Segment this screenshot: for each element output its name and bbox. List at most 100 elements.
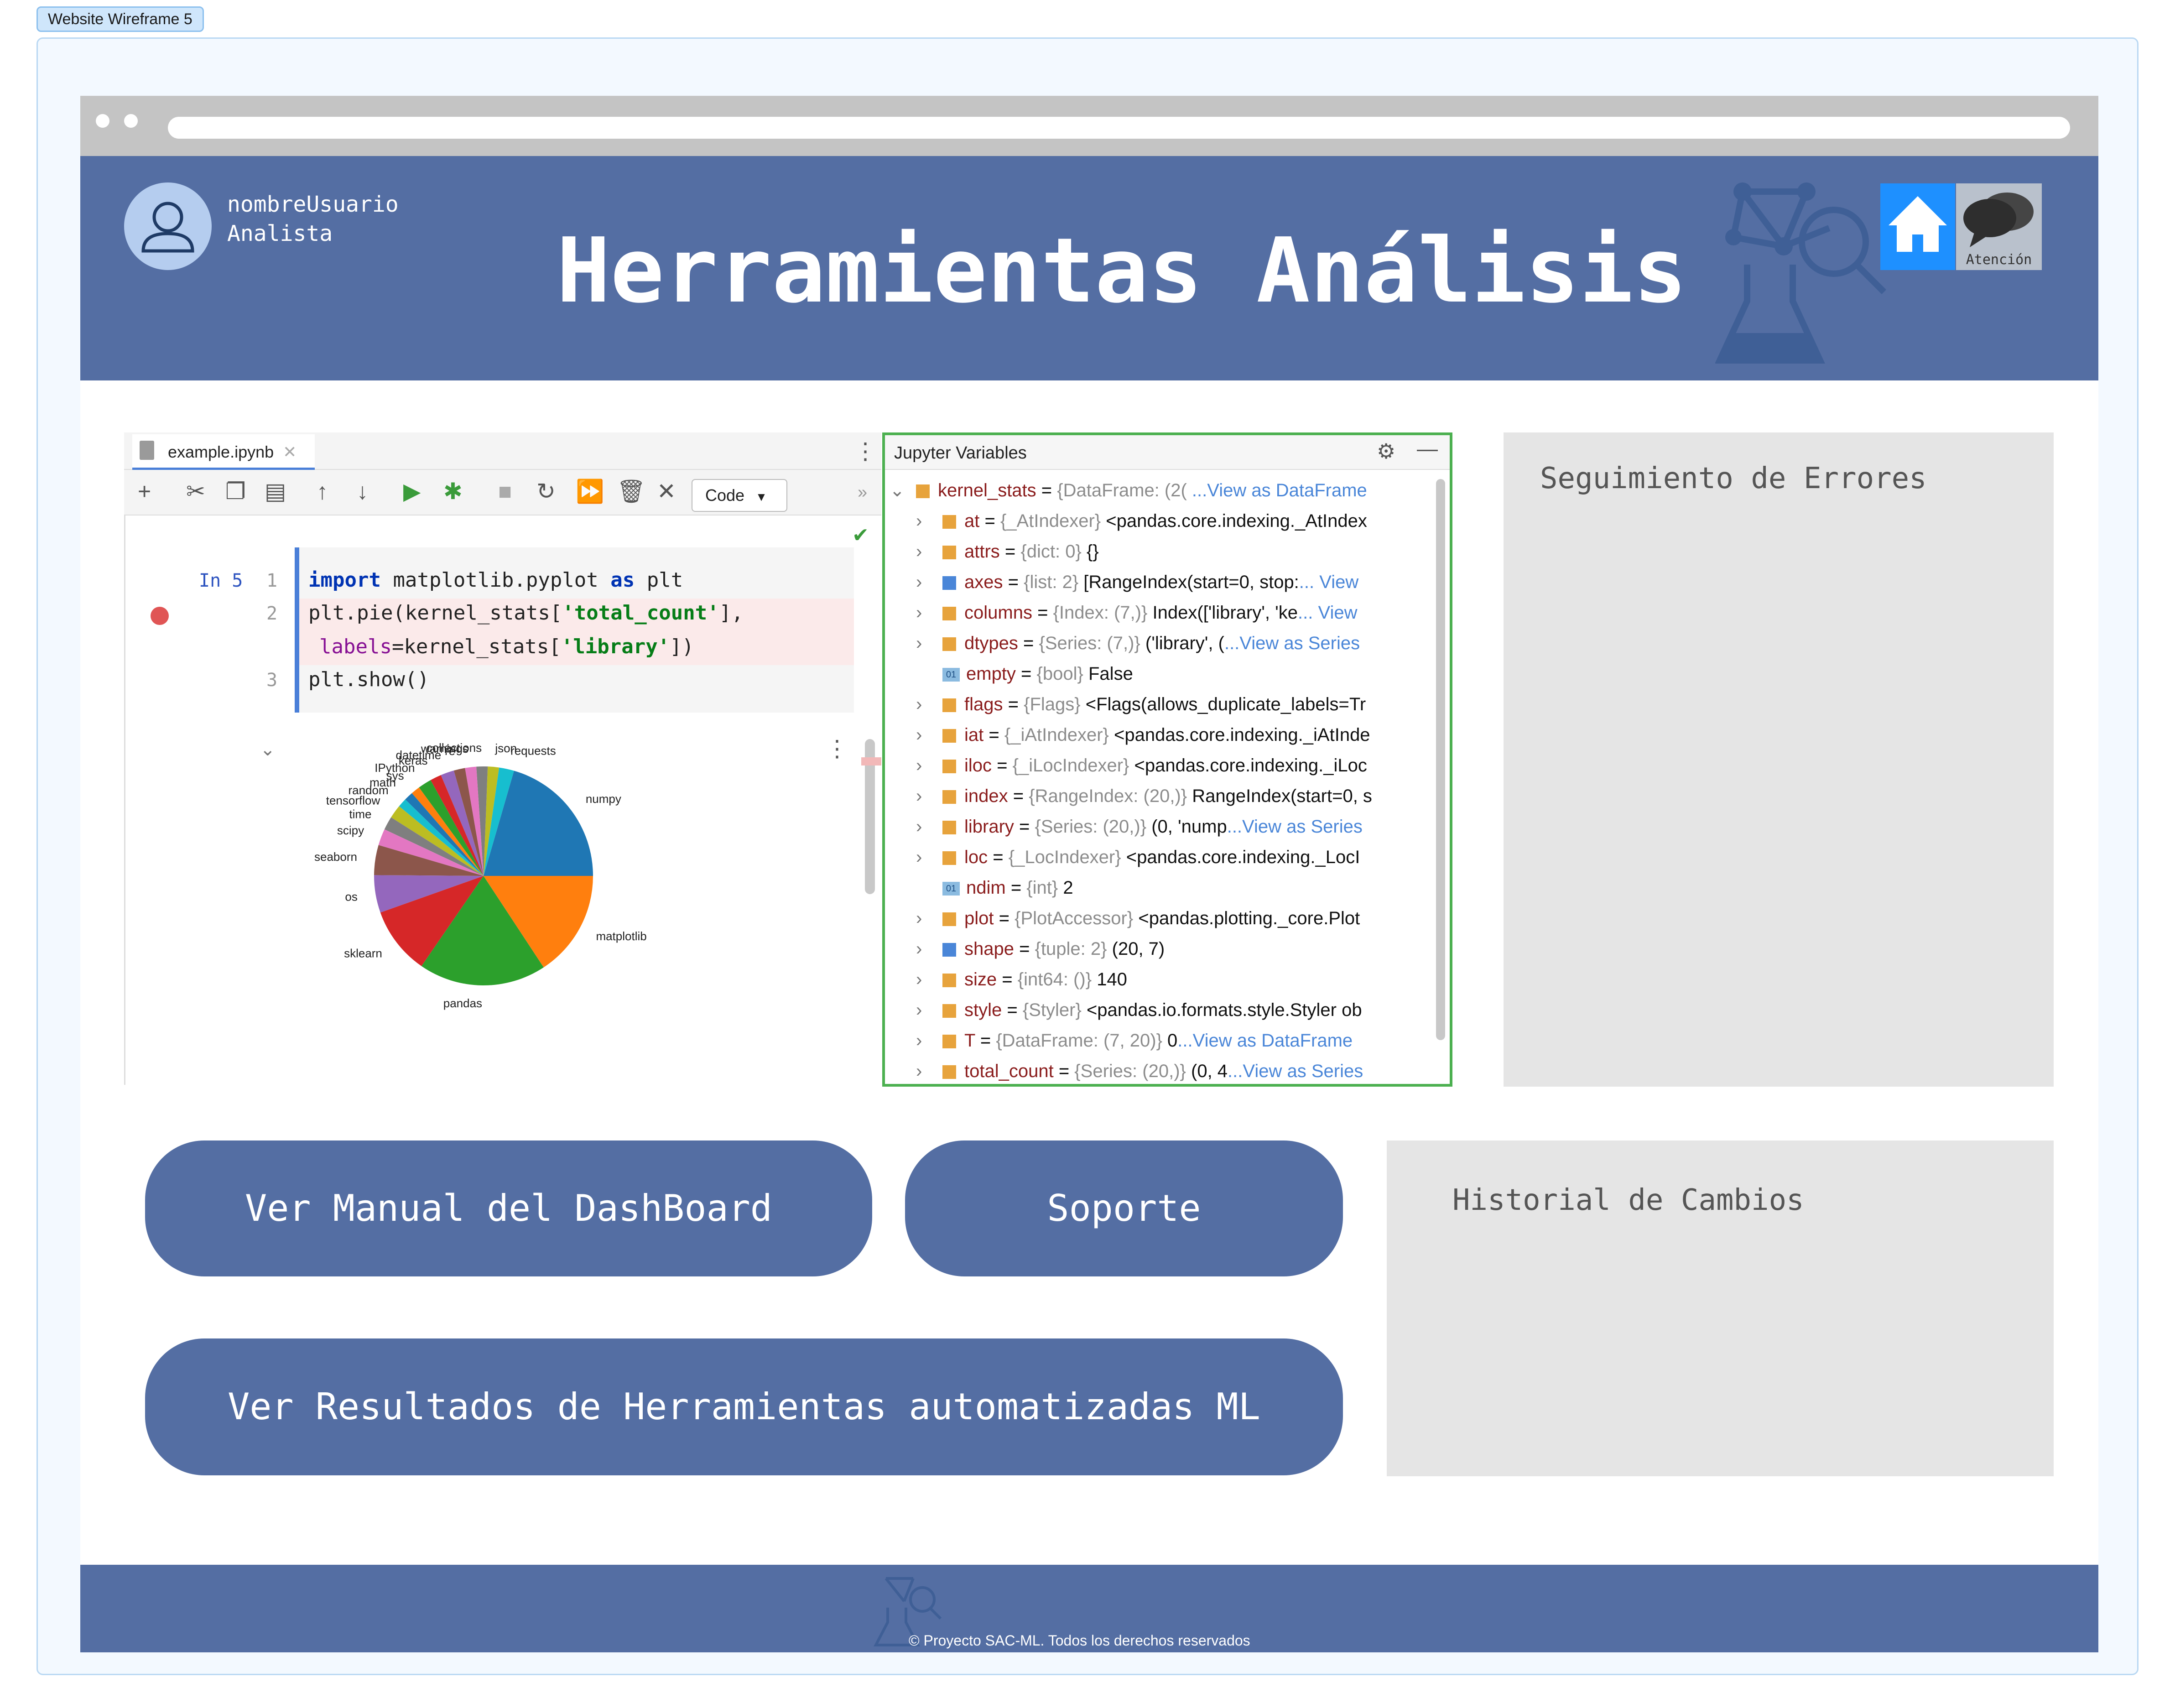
stop-icon[interactable]: ■ (498, 478, 512, 505)
variable-type: {DataFrame: (7, 20)} (996, 1031, 1162, 1051)
variable-row[interactable]: 01 empty = {bool} False (890, 659, 1391, 689)
variable-row[interactable]: 01 ndim = {int} 2 (890, 873, 1391, 903)
expand-chevron-icon[interactable]: › (890, 842, 942, 873)
move-down-icon[interactable]: ↓ (357, 478, 368, 505)
expand-chevron-icon[interactable]: › (890, 964, 942, 995)
pie-label: sklearn (344, 947, 382, 960)
ml-results-button[interactable]: Ver Resultados de Herramientas automatiz… (145, 1338, 1343, 1475)
variable-row[interactable]: › flags = {Flags} <Flags(allows_duplicate… (890, 689, 1391, 720)
expand-chevron-icon[interactable]: › (890, 934, 942, 964)
variable-row[interactable]: › iloc = {_iLocIndexer} <pandas.core.inde… (890, 750, 1391, 781)
variable-value: <Flags(allows_duplicate_labels=Tr (1085, 694, 1366, 714)
run-all-icon[interactable]: ⏩ (576, 478, 604, 505)
variable-row[interactable]: › loc = {_LocIndexer} <pandas.core.indexi… (890, 842, 1391, 873)
move-up-icon[interactable]: ↑ (317, 478, 328, 505)
variable-row[interactable]: › shape = {tuple: 2} (20, 7) (890, 934, 1391, 964)
window-dot (96, 114, 109, 128)
expand-chevron-icon[interactable]: › (890, 720, 942, 750)
variables-scrollbar[interactable] (1436, 479, 1445, 1040)
view-link[interactable]: ...View as Series (1224, 633, 1360, 653)
home-button[interactable] (1880, 183, 1955, 270)
variable-row[interactable]: › plot = {PlotAccessor} <pandas.plotting.… (890, 903, 1391, 934)
field-type-icon (942, 821, 956, 835)
debug-icon[interactable]: ✱ (443, 478, 463, 505)
equals-sign: = (999, 542, 1021, 562)
add-cell-icon[interactable]: + (138, 478, 151, 505)
expand-chevron-icon[interactable]: › (890, 506, 942, 536)
cell-type-select[interactable]: Code ▼ (692, 479, 787, 512)
variable-row[interactable]: › at = {_AtIndexer} <pandas.core.indexing… (890, 506, 1391, 536)
equals-sign: = (1008, 786, 1029, 806)
view-link[interactable]: ... View (1299, 572, 1358, 592)
cell-prompt: In 5 (199, 570, 243, 591)
dashboard-manual-button[interactable]: Ver Manual del DashBoard (145, 1140, 872, 1276)
variable-row[interactable]: › axes = {list: 2} [RangeIndex(start=0, s… (890, 567, 1391, 598)
expand-chevron-icon[interactable]: › (890, 598, 942, 628)
expand-chevron-icon[interactable]: › (890, 689, 942, 720)
output-options-icon[interactable]: ⋮ (826, 735, 848, 762)
view-link[interactable]: ...View as Series (1228, 1061, 1363, 1081)
variable-name: attrs (964, 542, 1000, 562)
variable-row[interactable]: › index = {RangeIndex: (20,)} RangeIndex(… (890, 781, 1391, 812)
expand-chevron-icon[interactable]: ⌄ (890, 475, 916, 506)
variable-row[interactable]: › style = {Styler} <pandas.io.formats.sty… (890, 995, 1391, 1026)
field-type-icon (942, 1065, 956, 1079)
variable-row[interactable]: › dtypes = {Series: (7,)} ('library', (..… (890, 628, 1391, 659)
user-avatar-icon[interactable] (124, 182, 212, 270)
code-line-1[interactable]: import matplotlib.pyplot as plt (308, 568, 683, 592)
more-options-icon[interactable]: ⋮ (854, 438, 877, 464)
variable-row[interactable]: › columns = {Index: (7,)} Index(['library… (890, 598, 1391, 628)
variable-row[interactable]: › total_count = {Series: (20,)} (0, 4...V… (890, 1056, 1391, 1087)
pie-label: requests (510, 744, 556, 757)
notebook-tab[interactable]: example.ipynb ✕ (132, 434, 315, 470)
expand-chevron-icon[interactable]: › (890, 812, 942, 842)
clear-icon[interactable]: ✕ (657, 478, 676, 505)
variable-name: index (964, 786, 1008, 806)
expand-chevron-icon[interactable]: › (890, 1056, 942, 1087)
pie-label: os (345, 890, 357, 904)
code-line-3[interactable]: plt.show() (308, 668, 429, 691)
attention-label: Atención (1966, 252, 2032, 268)
variable-row[interactable]: › iat = {_iAtIndexer} <pandas.core.indexi… (890, 720, 1391, 750)
settings-gear-icon[interactable]: ⚙ (1377, 439, 1395, 463)
collapse-output-icon[interactable]: ⌄ (260, 739, 276, 760)
frame-tag: Website Wireframe 5 (36, 6, 204, 32)
expand-chevron-icon[interactable]: › (890, 903, 942, 934)
view-link[interactable]: ...View as Series (1227, 817, 1363, 837)
check-icon: ✔ (852, 524, 869, 547)
variable-row[interactable]: › attrs = {dict: 0} {} (890, 536, 1391, 567)
close-tab-icon[interactable]: ✕ (283, 443, 297, 461)
expand-chevron-icon[interactable]: › (890, 628, 942, 659)
variable-row[interactable]: › T = {DataFrame: (7, 20)} 0...View as Da… (890, 1026, 1391, 1056)
equals-sign: = (1003, 694, 1024, 714)
paste-icon[interactable]: ▤ (265, 478, 286, 505)
variable-value: 140 (1097, 969, 1127, 989)
overflow-icon[interactable]: » (858, 483, 867, 502)
minimize-icon[interactable]: — (1417, 436, 1438, 461)
pie-label: seaborn (314, 850, 357, 864)
breakpoint-icon[interactable] (151, 607, 169, 625)
code-line-2-continued[interactable]: labels=kernel_stats['library']) (319, 635, 694, 658)
variable-type: {RangeIndex: (20,)} (1029, 786, 1187, 806)
delete-icon[interactable]: 🗑 (617, 478, 645, 505)
variable-row[interactable]: › size = {int64: ()} 140 (890, 964, 1391, 995)
expand-chevron-icon[interactable]: › (890, 567, 942, 598)
expand-chevron-icon[interactable]: › (890, 995, 942, 1026)
variable-row[interactable]: ⌄ kernel_stats = {DataFrame: (2( ...View … (890, 475, 1391, 506)
run-cell-icon[interactable]: ▶ (403, 478, 421, 505)
variable-type: {bool} (1036, 664, 1083, 684)
code-line-2[interactable]: plt.pie(kernel_stats['total_count'], (308, 601, 744, 625)
copy-icon[interactable]: ❐ (225, 478, 246, 505)
view-link[interactable]: ... View (1298, 603, 1357, 623)
view-link[interactable]: ...View as DataFrame (1192, 480, 1367, 500)
support-button[interactable]: Soporte (905, 1140, 1343, 1276)
cut-icon[interactable]: ✂ (186, 478, 205, 505)
view-link[interactable]: ...View as DataFrame (1177, 1031, 1353, 1051)
address-bar[interactable] (168, 117, 2070, 139)
variable-row[interactable]: › library = {Series: (20,)} (0, 'nump...V… (890, 812, 1391, 842)
expand-chevron-icon[interactable]: › (890, 1026, 942, 1056)
restart-icon[interactable]: ↻ (536, 478, 556, 505)
expand-chevron-icon[interactable]: › (890, 536, 942, 567)
expand-chevron-icon[interactable]: › (890, 781, 942, 812)
expand-chevron-icon[interactable]: › (890, 750, 942, 781)
